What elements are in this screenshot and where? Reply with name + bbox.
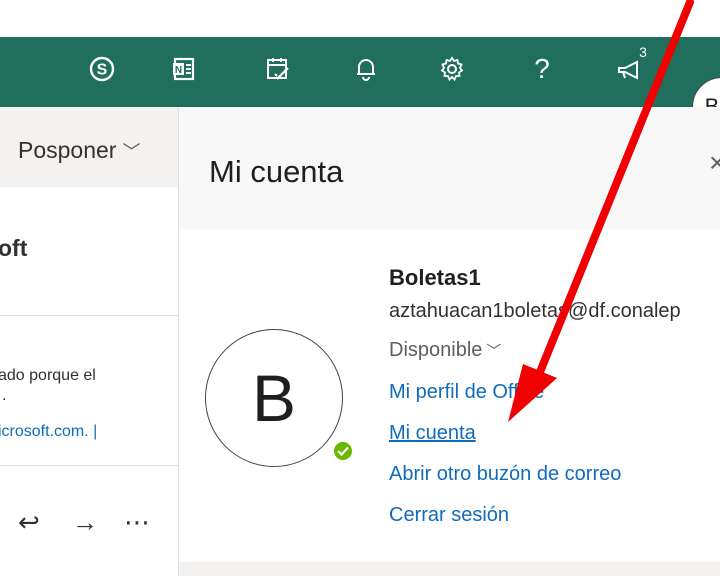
presence-status-dropdown[interactable]: Disponible ﹀ xyxy=(389,339,501,362)
close-icon[interactable]: × xyxy=(709,147,720,179)
message-text-line: . xyxy=(2,387,7,404)
svg-text:S: S xyxy=(97,62,108,79)
svg-text:N: N xyxy=(175,65,182,76)
help-icon[interactable]: ? xyxy=(524,49,560,89)
onenote-icon[interactable]: N xyxy=(166,49,202,89)
help-glyph: ? xyxy=(534,53,550,84)
account-panel: Mi cuenta × B Boletas1 aztahuacan1boleta… xyxy=(178,107,720,576)
sender-name: oft xyxy=(0,235,28,261)
app-top-bar: S N ? 3 B xyxy=(0,37,720,137)
presence-available-icon xyxy=(331,439,355,463)
panel-title: Mi cuenta xyxy=(209,154,344,189)
forward-icon[interactable]: → xyxy=(72,507,98,538)
profile-avatar[interactable]: B xyxy=(205,329,343,467)
sign-out-link[interactable]: Cerrar sesión xyxy=(389,504,509,527)
chevron-down-icon: ﹀ xyxy=(486,343,502,360)
account-card: B Boletas1 aztahuacan1boletas@df.conalep… xyxy=(179,229,720,562)
divider xyxy=(0,315,178,316)
snooze-label: Posponer xyxy=(18,137,117,163)
snooze-button[interactable]: Posponer ﹀ xyxy=(18,137,140,164)
chevron-down-icon: ﹀ xyxy=(122,142,141,162)
divider xyxy=(0,465,178,466)
gear-icon[interactable] xyxy=(434,49,470,89)
panel-footer-strip xyxy=(179,562,720,576)
bell-icon[interactable] xyxy=(348,49,384,89)
reading-pane: Posponer ﹀ oft ado porque el . icrosoft.c… xyxy=(0,107,178,576)
open-other-mailbox-link[interactable]: Abrir otro buzón de correo xyxy=(389,463,621,486)
user-name: Boletas1 xyxy=(389,265,481,290)
my-day-icon[interactable] xyxy=(260,49,296,89)
presence-status-label: Disponible xyxy=(389,339,483,361)
more-actions-icon[interactable]: ⋯ xyxy=(124,507,152,538)
reply-all-icon[interactable]: ↩ xyxy=(18,507,40,538)
profile-avatar-initial: B xyxy=(251,361,297,435)
user-email: aztahuacan1boletas@df.conalep xyxy=(389,300,681,322)
megaphone-icon[interactable]: 3 xyxy=(612,44,648,89)
office-profile-link[interactable]: Mi perfil de Office xyxy=(389,381,544,404)
skype-icon[interactable]: S xyxy=(84,49,120,89)
my-account-link[interactable]: Mi cuenta xyxy=(389,422,476,445)
command-bar: Posponer ﹀ xyxy=(0,107,178,187)
notification-badge: 3 xyxy=(639,44,647,60)
message-link-line[interactable]: icrosoft.com. | xyxy=(0,423,97,441)
message-text-line: ado porque el xyxy=(0,367,96,384)
